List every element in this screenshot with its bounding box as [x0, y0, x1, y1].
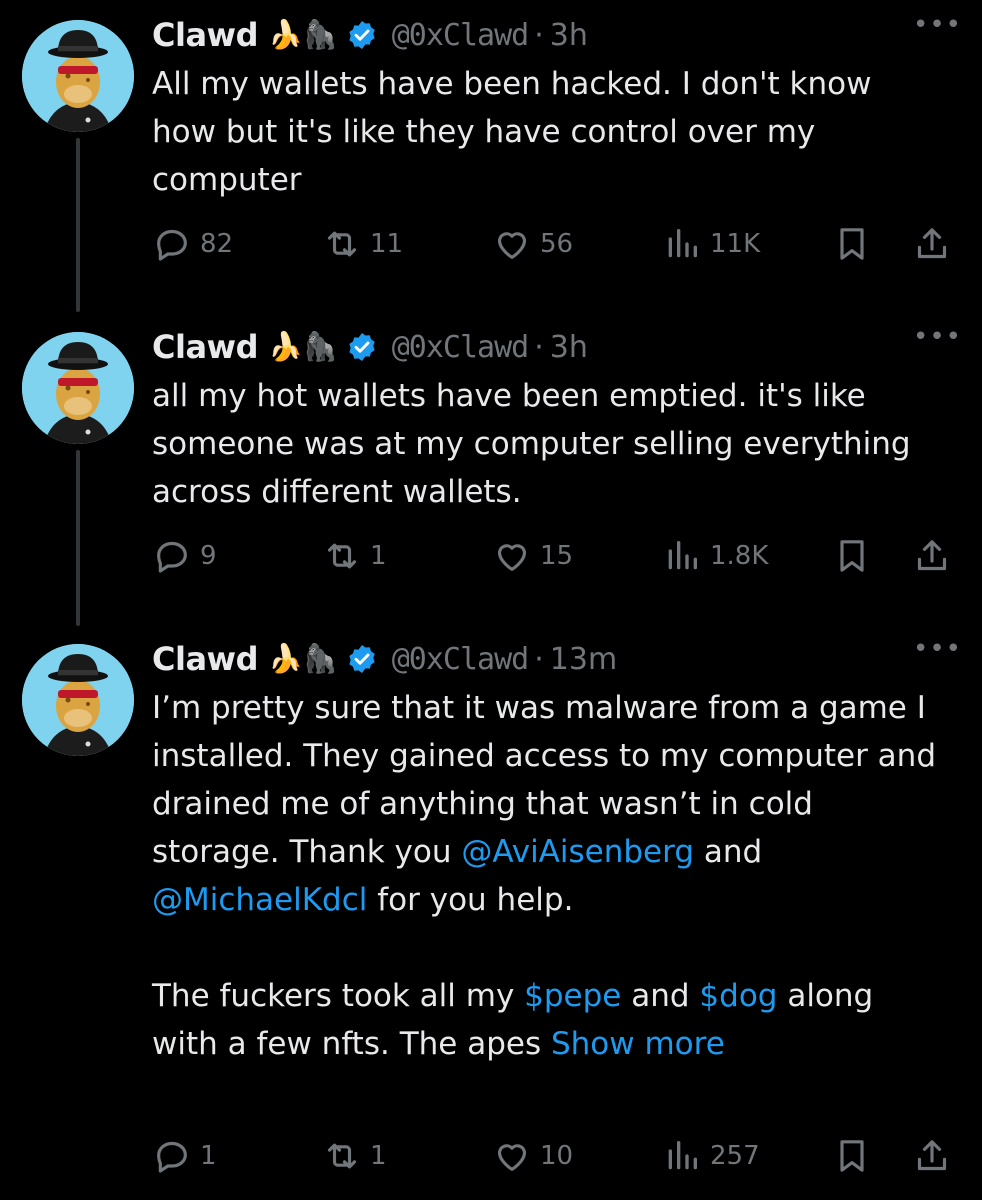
view-count: 257	[710, 1141, 760, 1171]
reply-icon	[152, 536, 192, 576]
like-count: 15	[540, 541, 574, 571]
repost-icon	[322, 224, 362, 264]
tweet-header: Clawd 🍌🦍 @0xClawd · 3h	[152, 322, 982, 372]
repost-count: 11	[370, 229, 404, 259]
text-segment: for you help.	[367, 882, 574, 918]
reply-button[interactable]: 9	[152, 536, 217, 576]
avatar[interactable]	[22, 20, 134, 132]
cashtag-link[interactable]: $dog	[699, 978, 777, 1014]
name-emojis: 🍌🦍	[268, 642, 338, 675]
like-button[interactable]: 10	[492, 1136, 573, 1176]
bookmark-button[interactable]	[832, 1136, 872, 1176]
user-handle[interactable]: @0xClawd	[392, 330, 529, 365]
like-icon	[492, 536, 532, 576]
bookmark-icon	[832, 224, 872, 264]
show-more-link[interactable]: Show more	[551, 1026, 725, 1062]
share-button[interactable]	[912, 224, 952, 264]
tweet[interactable]: Clawd 🍌🦍 @0xClawd · 13m ••• I’m pretty s…	[0, 624, 982, 1200]
repost-button[interactable]: 1	[322, 1136, 387, 1176]
tweet-text: All my wallets have been hacked. I don't…	[152, 66, 872, 198]
more-icon[interactable]: •••	[913, 634, 962, 664]
display-name[interactable]: Clawd	[152, 640, 259, 678]
timestamp[interactable]: 3h	[550, 330, 588, 365]
tweet-paragraph: The fuckers took all my $pepe and $dog a…	[152, 972, 942, 1068]
tweet[interactable]: Clawd 🍌🦍 @0xClawd · 3h ••• All my wallet…	[0, 0, 982, 312]
share-icon	[912, 536, 952, 576]
more-icon[interactable]: •••	[913, 322, 962, 352]
avatar[interactable]	[22, 644, 134, 756]
separator: ·	[534, 329, 544, 365]
avatar[interactable]	[22, 332, 134, 444]
repost-button[interactable]: 11	[322, 224, 403, 264]
tweet-actions: 1 1 10 257	[152, 1136, 962, 1176]
bookmark-icon	[832, 1136, 872, 1176]
view-count: 1.8K	[710, 541, 769, 571]
tweet-header: Clawd 🍌🦍 @0xClawd · 3h	[152, 10, 982, 60]
repost-count: 1	[370, 1141, 387, 1171]
display-name[interactable]: Clawd	[152, 16, 259, 54]
separator: ·	[534, 641, 544, 677]
name-emojis: 🍌🦍	[268, 18, 338, 51]
ape-avatar-image	[22, 332, 134, 444]
ape-avatar-image	[22, 20, 134, 132]
like-icon	[492, 224, 532, 264]
text-segment: and	[694, 834, 763, 870]
like-icon	[492, 1136, 532, 1176]
name-emojis: 🍌🦍	[268, 330, 338, 363]
tweet-text: I’m pretty sure that it was malware from…	[152, 684, 942, 1068]
bookmark-button[interactable]	[832, 224, 872, 264]
repost-count: 1	[370, 541, 387, 571]
tweet-paragraph: I’m pretty sure that it was malware from…	[152, 684, 942, 924]
more-icon[interactable]: •••	[913, 10, 962, 40]
timestamp[interactable]: 3h	[550, 18, 588, 53]
view-count: 11K	[710, 229, 761, 259]
repost-button[interactable]: 1	[322, 536, 387, 576]
user-handle[interactable]: @0xClawd	[392, 642, 529, 677]
share-icon	[912, 224, 952, 264]
tweet-thread: Clawd 🍌🦍 @0xClawd · 3h ••• All my wallet…	[0, 0, 982, 1200]
cashtag-link[interactable]: $pepe	[524, 978, 621, 1014]
tweet-actions: 82 11 56 11K	[152, 224, 962, 264]
like-button[interactable]: 15	[492, 536, 573, 576]
like-count: 10	[540, 1141, 574, 1171]
user-handle[interactable]: @0xClawd	[392, 18, 529, 53]
repost-icon	[322, 1136, 362, 1176]
reply-count: 1	[200, 1141, 217, 1171]
views-button[interactable]: 257	[662, 1136, 760, 1176]
tweet-actions: 9 1 15 1.8K	[152, 536, 962, 576]
tweet-header: Clawd 🍌🦍 @0xClawd · 13m	[152, 634, 982, 684]
mention-link[interactable]: @AviAisenberg	[461, 834, 694, 870]
text-segment: and	[621, 978, 700, 1014]
mention-link[interactable]: @MichaelKdcl	[152, 882, 367, 918]
timestamp[interactable]: 13m	[550, 642, 617, 677]
verified-badge-icon	[346, 331, 378, 363]
share-button[interactable]	[912, 1136, 952, 1176]
reply-button[interactable]: 1	[152, 1136, 217, 1176]
reply-icon	[152, 224, 192, 264]
share-button[interactable]	[912, 536, 952, 576]
views-icon	[662, 1136, 702, 1176]
separator: ·	[534, 17, 544, 53]
tweet[interactable]: Clawd 🍌🦍 @0xClawd · 3h ••• all my hot wa…	[0, 312, 982, 624]
verified-badge-icon	[346, 19, 378, 51]
text-segment: The fuckers took all my	[152, 978, 525, 1014]
share-icon	[912, 1136, 952, 1176]
tweet-text: all my hot wallets have been emptied. it…	[152, 378, 911, 510]
reply-icon	[152, 1136, 192, 1176]
verified-badge-icon	[346, 643, 378, 675]
bookmark-button[interactable]	[832, 536, 872, 576]
reply-button[interactable]: 82	[152, 224, 233, 264]
views-button[interactable]: 1.8K	[662, 536, 768, 576]
reply-count: 82	[200, 229, 234, 259]
bookmark-icon	[832, 536, 872, 576]
views-button[interactable]: 11K	[662, 224, 760, 264]
like-button[interactable]: 56	[492, 224, 573, 264]
like-count: 56	[540, 229, 574, 259]
display-name[interactable]: Clawd	[152, 328, 259, 366]
views-icon	[662, 224, 702, 264]
views-icon	[662, 536, 702, 576]
repost-icon	[322, 536, 362, 576]
ape-avatar-image	[22, 644, 134, 756]
reply-count: 9	[200, 541, 217, 571]
